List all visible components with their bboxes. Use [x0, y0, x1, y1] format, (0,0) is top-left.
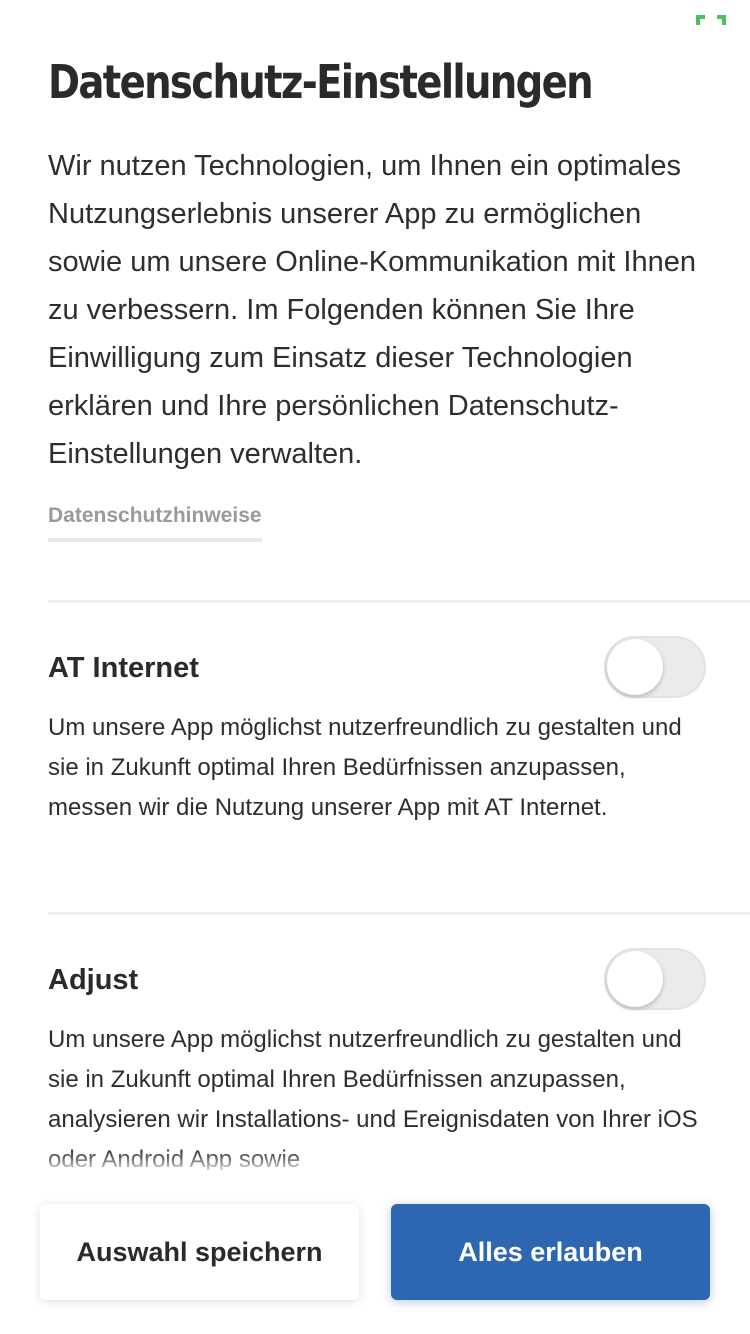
- divider: [48, 912, 750, 915]
- section-title-at-internet: AT Internet: [48, 652, 199, 684]
- toggle-knob: [607, 951, 663, 1007]
- privacy-notice-link[interactable]: Datenschutzhinweise: [48, 504, 262, 542]
- page-title: Datenschutz-Einstellungen: [48, 55, 594, 109]
- privacy-settings-scroll-area[interactable]: Datenschutz-Einstellungen Wir nutzen Tec…: [0, 0, 750, 1170]
- save-selection-button[interactable]: Auswahl speichern: [40, 1204, 359, 1300]
- allow-all-button[interactable]: Alles erlauben: [391, 1204, 710, 1300]
- intro-text: Wir nutzen Technologien, um Ihnen ein op…: [48, 150, 696, 470]
- section-title-adjust: Adjust: [48, 964, 139, 996]
- section-text-at-internet: Um unsere App möglichst nutzerfreundlich…: [48, 714, 682, 821]
- adjust-toggle[interactable]: [604, 948, 706, 1010]
- at-internet-toggle[interactable]: [604, 636, 706, 698]
- divider: [48, 600, 750, 603]
- section-text-adjust: Um unsere App möglichst nutzerfreundlich…: [48, 1026, 698, 1170]
- toggle-knob: [607, 639, 663, 695]
- action-bar: Auswahl speichern Alles erlauben: [0, 1170, 750, 1334]
